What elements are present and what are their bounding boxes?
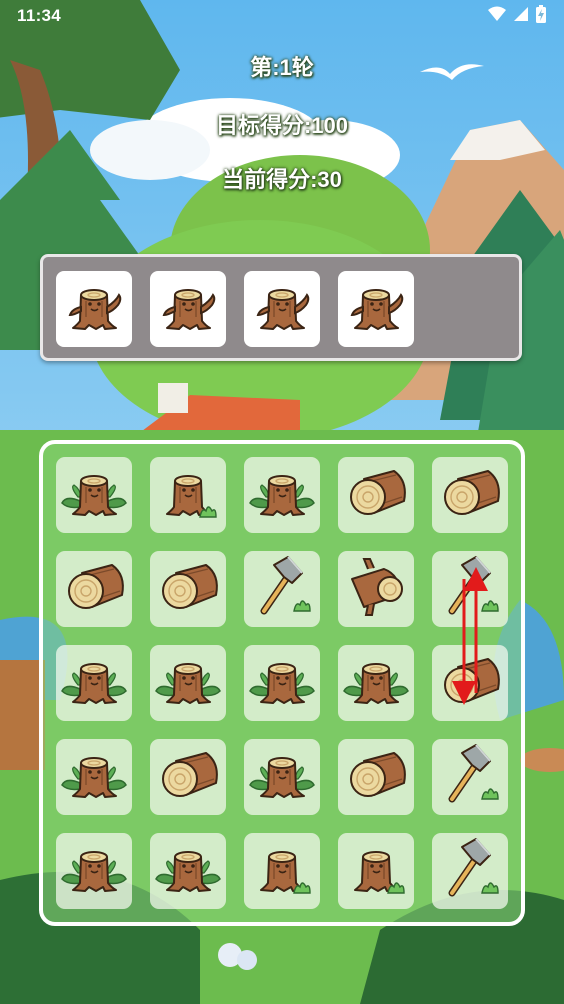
log-icon xyxy=(162,752,218,797)
log-icon xyxy=(350,470,406,515)
board-tile[interactable] xyxy=(150,739,226,815)
log-icon xyxy=(162,564,218,609)
status-icons xyxy=(488,5,546,23)
stump-leaves-icon xyxy=(155,663,221,704)
board-tile[interactable] xyxy=(150,551,226,627)
stump-icon xyxy=(68,289,122,330)
stump-leaves-icon xyxy=(61,663,127,704)
board-tile[interactable] xyxy=(150,833,226,909)
stump-grass-icon xyxy=(354,851,405,894)
board-tile[interactable] xyxy=(244,833,320,909)
board-tile[interactable] xyxy=(338,739,414,815)
tray-slot xyxy=(244,271,320,347)
log-icon xyxy=(444,658,500,703)
board-tile[interactable] xyxy=(244,739,320,815)
board-tile[interactable] xyxy=(56,833,132,909)
collection-tray xyxy=(40,254,522,361)
log-branch-icon xyxy=(351,558,403,616)
board-tile[interactable] xyxy=(338,457,414,533)
stump-leaves-icon xyxy=(61,475,127,516)
axe-icon xyxy=(260,556,311,615)
board-tile[interactable] xyxy=(56,645,132,721)
status-time: 11:34 xyxy=(17,6,62,25)
log-icon xyxy=(68,564,124,609)
tray-slot xyxy=(338,271,414,347)
stump-grass-icon xyxy=(166,475,217,518)
board-tile[interactable] xyxy=(338,645,414,721)
board-tile[interactable] xyxy=(338,833,414,909)
board-tile[interactable] xyxy=(150,457,226,533)
cellular-signal-icon xyxy=(514,7,528,21)
axe-icon xyxy=(448,744,499,803)
board-tile[interactable] xyxy=(432,645,508,721)
stump-leaves-icon xyxy=(61,757,127,798)
board-tile[interactable] xyxy=(244,645,320,721)
board-tile[interactable] xyxy=(244,457,320,533)
stump-leaves-icon xyxy=(249,757,315,798)
board-tile[interactable] xyxy=(56,457,132,533)
stump-leaves-icon xyxy=(343,663,409,704)
stump-grass-icon xyxy=(260,851,311,894)
board-tile[interactable] xyxy=(56,551,132,627)
tray-slot xyxy=(56,271,132,347)
log-icon xyxy=(444,470,500,515)
stump-leaves-icon xyxy=(155,851,221,892)
board-tile[interactable] xyxy=(432,457,508,533)
stump-leaves-icon xyxy=(249,663,315,704)
board-tile[interactable] xyxy=(56,739,132,815)
board-tile[interactable] xyxy=(432,833,508,909)
tray-slot xyxy=(150,271,226,347)
stump-leaves-icon xyxy=(61,851,127,892)
battery-icon xyxy=(536,5,546,23)
board-tile[interactable] xyxy=(432,739,508,815)
target-score-label: 目标得分:100 xyxy=(215,113,349,138)
stump-icon xyxy=(256,289,310,330)
game-board xyxy=(39,440,525,926)
stump-leaves-icon xyxy=(249,475,315,516)
status-bar: 11:34 xyxy=(0,0,564,34)
board-tile[interactable] xyxy=(432,551,508,627)
wifi-icon xyxy=(488,6,506,21)
board-tile[interactable] xyxy=(244,551,320,627)
round-label: 第:1轮 xyxy=(250,55,314,80)
log-icon xyxy=(350,752,406,797)
stump-icon xyxy=(350,289,404,330)
axe-icon xyxy=(448,556,499,615)
current-score-label: 当前得分:30 xyxy=(222,167,342,192)
axe-icon xyxy=(448,838,499,897)
board-tile[interactable] xyxy=(338,551,414,627)
board-tile[interactable] xyxy=(150,645,226,721)
stump-icon xyxy=(162,289,216,330)
